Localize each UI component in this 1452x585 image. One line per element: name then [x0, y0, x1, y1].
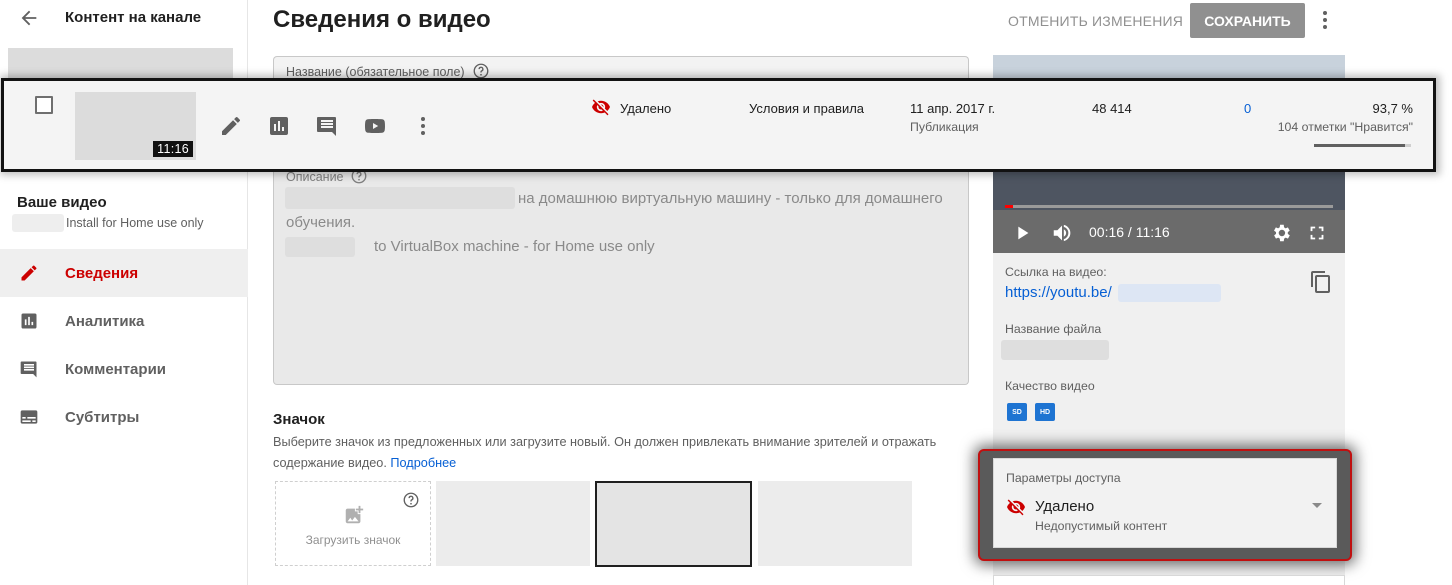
- visibility-dropdown[interactable]: Параметры доступа Удалено Недопустимый к…: [993, 458, 1337, 548]
- hd-quality-badge: HD: [1035, 403, 1055, 421]
- edit-pencil-icon[interactable]: [219, 114, 243, 138]
- volume-icon[interactable]: [1051, 222, 1073, 244]
- upload-thumbnail-button[interactable]: Загрузить значок: [275, 481, 431, 566]
- blurred-text: [285, 187, 515, 209]
- chevron-down-icon: [1312, 503, 1322, 508]
- row-checkbox[interactable]: [35, 96, 53, 114]
- blurred-text: [1118, 284, 1221, 302]
- learn-more-link[interactable]: Подробнее: [390, 456, 456, 470]
- visibility-dropdown-label: Параметры доступа: [1006, 471, 1121, 485]
- visibility-off-icon: [592, 99, 610, 116]
- video-list-row[interactable]: 11:16 Удалено Условия и правила 11 апр. …: [1, 78, 1436, 172]
- blurred-text: [285, 237, 355, 257]
- thumbnail-option-selected[interactable]: [595, 481, 752, 567]
- sidebar-item-label: Комментарии: [65, 360, 167, 378]
- blurred-text: [12, 214, 64, 232]
- youtube-play-icon[interactable]: [363, 114, 387, 138]
- add-image-icon: [345, 505, 364, 524]
- sidebar-item-label: Субтитры: [65, 408, 140, 426]
- description-field[interactable]: Описание на домашнюю виртуальную машину …: [273, 160, 969, 385]
- visibility-reason: Недопустимый контент: [1035, 519, 1168, 533]
- sd-quality-badge: SD: [1007, 403, 1027, 421]
- video-time: 00:16 / 11:16: [1089, 224, 1170, 240]
- video-frame-content: [993, 170, 1345, 210]
- upload-thumbnail-label: Загрузить значок: [305, 533, 401, 547]
- visibility-value: Удалено: [1035, 498, 1095, 515]
- sidebar-item-label: Сведения: [65, 264, 139, 282]
- blurred-text: [1001, 340, 1109, 360]
- description-line: обучения.: [286, 214, 356, 231]
- row-likes-count: 104 отметки "Нравится": [1277, 120, 1413, 134]
- comments-icon: [20, 361, 37, 378]
- row-views: 48 414: [1092, 101, 1132, 116]
- play-icon[interactable]: [1011, 222, 1033, 244]
- likes-ratio-fill: [1314, 144, 1405, 147]
- your-video-label: Ваше видео: [17, 194, 107, 211]
- more-options-icon[interactable]: [411, 114, 435, 138]
- sidebar-item-comments[interactable]: Комментарии: [0, 345, 248, 393]
- description-line: на домашнюю виртуальную машину - только …: [518, 190, 943, 207]
- row-video-thumbnail[interactable]: 11:16: [75, 92, 196, 160]
- next-panel-edge: [993, 575, 1345, 585]
- row-date: 11 апр. 2017 г.: [910, 101, 996, 116]
- video-progress-bar[interactable]: [1005, 205, 1333, 208]
- sidebar-header: Контент на канале: [0, 0, 248, 40]
- pencil-icon: [21, 265, 37, 281]
- analytics-icon[interactable]: [267, 114, 291, 138]
- settings-gear-icon[interactable]: [1270, 222, 1292, 244]
- visibility-off-icon: [1007, 499, 1025, 516]
- copy-icon[interactable]: [1309, 270, 1333, 294]
- discard-changes-button[interactable]: ОТМЕНИТЬ ИЗМЕНЕНИЯ: [1000, 4, 1191, 38]
- thumbnail-description: Выберите значок из предложенных или загр…: [273, 432, 973, 474]
- more-options-icon[interactable]: [1313, 8, 1337, 32]
- row-date-type: Публикация: [910, 120, 979, 134]
- video-progress-fill: [1005, 205, 1013, 208]
- sidebar-item-label: Аналитика: [65, 312, 145, 330]
- your-video-subtitle: Install for Home use only: [66, 216, 204, 230]
- sidebar-item-analytics[interactable]: Аналитика: [0, 297, 248, 345]
- thumbnail-heading: Значок: [273, 411, 325, 428]
- likes-ratio-bar: [1314, 144, 1411, 147]
- video-link-label: Ссылка на видео:: [1005, 265, 1107, 279]
- filename-label: Название файла: [1005, 322, 1102, 336]
- analytics-icon: [21, 313, 37, 329]
- row-restrictions[interactable]: Условия и правила: [749, 101, 864, 116]
- thumbnail-option[interactable]: [758, 481, 912, 566]
- video-quality-label: Качество видео: [1005, 379, 1095, 393]
- back-arrow-icon[interactable]: [18, 7, 40, 29]
- row-visibility: Удалено: [620, 101, 672, 116]
- sidebar-title: Контент на канале: [65, 9, 202, 26]
- description-line: to VirtualBox machine - for Home use onl…: [374, 238, 655, 255]
- sidebar-item-subtitles[interactable]: Субтитры: [0, 393, 248, 441]
- page-title: Сведения о видео: [273, 6, 491, 33]
- save-button[interactable]: СОХРАНИТЬ: [1190, 3, 1305, 38]
- video-duration: 11:16: [153, 141, 193, 157]
- comments-icon[interactable]: [315, 114, 339, 138]
- video-link[interactable]: https://youtu.be/: [1005, 284, 1112, 301]
- row-comments-count[interactable]: 0: [1244, 101, 1251, 116]
- thumbnail-description-text: Выберите значок из предложенных или загр…: [273, 435, 937, 470]
- fullscreen-icon[interactable]: [1306, 222, 1328, 244]
- sidebar-item-details[interactable]: Сведения: [0, 249, 248, 297]
- subtitles-icon: [20, 410, 38, 424]
- help-icon[interactable]: [402, 491, 420, 509]
- thumbnail-option[interactable]: [436, 481, 590, 566]
- row-likes-percent: 93,7 %: [1372, 101, 1413, 116]
